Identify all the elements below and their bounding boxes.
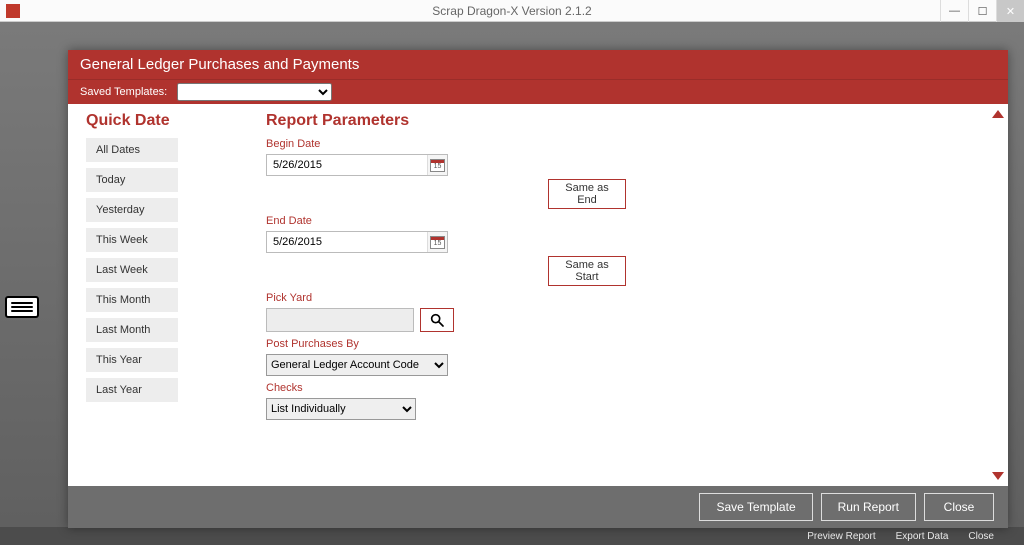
window-title: Scrap Dragon-X Version 2.1.2 — [432, 4, 591, 18]
report-parameters-panel: Report Parameters Begin Date Same as End… — [266, 112, 626, 486]
minimize-button[interactable]: — — [940, 0, 968, 22]
begin-date-row: Same as End — [266, 154, 626, 209]
close-window-button[interactable]: ✕ — [996, 0, 1024, 22]
close-button[interactable]: Close — [924, 493, 994, 521]
quick-date-item[interactable]: This Month — [86, 288, 178, 312]
dialog-body: Quick Date All Dates Today Yesterday Thi… — [68, 104, 1008, 486]
quick-date-heading: Quick Date — [86, 112, 246, 130]
keyboard-icon[interactable] — [5, 296, 39, 318]
quick-date-list: All Dates Today Yesterday This Week Last… — [86, 138, 246, 408]
begin-date-input-wrap — [266, 154, 448, 176]
dialog-title: General Ledger Purchases and Payments — [68, 50, 1008, 79]
quick-date-item[interactable]: All Dates — [86, 138, 178, 162]
status-bar: Preview Report Export Data Close — [0, 527, 1024, 545]
end-date-label: End Date — [266, 215, 626, 227]
checks-select[interactable]: List Individually — [266, 398, 416, 420]
quick-date-item[interactable]: Yesterday — [86, 198, 178, 222]
run-report-button[interactable]: Run Report — [821, 493, 916, 521]
quick-date-item[interactable]: This Week — [86, 228, 178, 252]
calendar-icon[interactable] — [427, 232, 447, 252]
quick-date-item[interactable]: Today — [86, 168, 178, 192]
pick-yard-label: Pick Yard — [266, 292, 626, 304]
saved-templates-label: Saved Templates: — [80, 86, 167, 98]
quick-date-item[interactable]: This Year — [86, 348, 178, 372]
dialog-footer: Save Template Run Report Close — [68, 486, 1008, 528]
pick-yard-input[interactable] — [266, 308, 414, 332]
same-as-start-button[interactable]: Same as Start — [548, 256, 626, 286]
post-purchases-by-label: Post Purchases By — [266, 338, 626, 350]
status-item[interactable]: Preview Report — [807, 531, 875, 542]
quick-date-item[interactable]: Last Month — [86, 318, 178, 342]
quick-date-item[interactable]: Last Year — [86, 378, 178, 402]
post-purchases-by-select[interactable]: General Ledger Account Code — [266, 354, 448, 376]
app-icon — [6, 4, 20, 18]
maximize-button[interactable]: ☐ — [968, 0, 996, 22]
end-date-input[interactable] — [267, 232, 427, 252]
same-as-end-button[interactable]: Same as End — [548, 179, 626, 209]
status-item[interactable]: Export Data — [896, 531, 949, 542]
quick-date-item[interactable]: Last Week — [86, 258, 178, 282]
window-buttons: — ☐ ✕ — [940, 0, 1024, 22]
report-parameters-heading: Report Parameters — [266, 112, 626, 130]
report-dialog: General Ledger Purchases and Payments Sa… — [68, 50, 1008, 528]
saved-templates-bar: Saved Templates: — [68, 79, 1008, 104]
calendar-icon[interactable] — [427, 155, 447, 175]
save-template-button[interactable]: Save Template — [699, 493, 812, 521]
quick-date-panel: Quick Date All Dates Today Yesterday Thi… — [86, 112, 246, 486]
pick-yard-search-button[interactable] — [420, 308, 454, 332]
status-item[interactable]: Close — [968, 531, 994, 542]
pick-yard-row — [266, 308, 626, 332]
scroll-down-icon[interactable] — [992, 472, 1004, 480]
end-date-row: Same as Start — [266, 231, 626, 286]
search-icon — [429, 312, 445, 328]
window-titlebar: Scrap Dragon-X Version 2.1.2 — ☐ ✕ — [0, 0, 1024, 22]
begin-date-input[interactable] — [267, 155, 427, 175]
begin-date-label: Begin Date — [266, 138, 626, 150]
checks-label: Checks — [266, 382, 626, 394]
end-date-input-wrap — [266, 231, 448, 253]
saved-templates-select[interactable] — [177, 83, 332, 101]
scroll-up-icon[interactable] — [992, 110, 1004, 118]
